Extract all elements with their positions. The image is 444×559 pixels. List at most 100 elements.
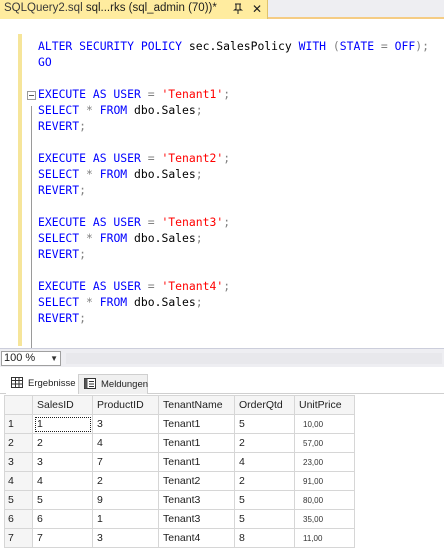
grid-cell[interactable]: 4 xyxy=(234,452,295,472)
grid-cell[interactable]: 5 xyxy=(234,490,295,510)
column-header-unitprice[interactable]: UnitPrice xyxy=(294,395,355,415)
code-line[interactable]: EXECUTE AS USER = 'Tenant4'; xyxy=(38,278,429,294)
grid-cell[interactable]: 3 xyxy=(32,452,93,472)
code-line[interactable] xyxy=(38,198,429,214)
code-line[interactable]: SELECT * FROM dbo.Sales; xyxy=(38,294,429,310)
grid-cell[interactable]: 5 xyxy=(32,490,93,510)
grid-cell[interactable]: 6 xyxy=(32,509,93,529)
grid-cell[interactable]: 4 xyxy=(92,433,159,453)
code-line[interactable]: REVERT; xyxy=(38,310,429,326)
tab-results[interactable]: Ergebnisse xyxy=(6,374,78,394)
query-tab[interactable]: SQLQuery2.sql sql...rks (sql_admin (70))… xyxy=(0,0,268,19)
table-row[interactable]: 7 7 3 Tenant4 8 11,00 xyxy=(4,528,355,548)
table-row[interactable]: 1 1 3 Tenant1 5 10,00 xyxy=(4,414,355,434)
table-row[interactable]: 6 6 1 Tenant3 5 35,00 xyxy=(4,509,355,529)
grid-cell[interactable]: 2 xyxy=(92,471,159,491)
grid-cell[interactable]: Tenant3 xyxy=(158,509,235,529)
code-line[interactable]: SELECT * FROM dbo.Sales; xyxy=(38,230,429,246)
fold-toggle-icon[interactable] xyxy=(27,91,36,100)
code-token: ; xyxy=(195,295,203,309)
column-header-productid[interactable]: ProductID xyxy=(92,395,159,415)
grid-cell[interactable]: 9 xyxy=(92,490,159,510)
grid-cell[interactable]: 4 xyxy=(32,471,93,491)
code-line[interactable]: REVERT; xyxy=(38,246,429,262)
grid-cell[interactable]: Tenant2 xyxy=(158,471,235,491)
row-header[interactable]: 3 xyxy=(4,452,33,472)
grid-cell[interactable]: Tenant1 xyxy=(158,452,235,472)
sql-code[interactable]: ALTER SECURITY POLICY sec.SalesPolicy WI… xyxy=(38,38,429,326)
code-token: ALTER SECURITY POLICY xyxy=(38,39,189,53)
editor-status-bar: 100 % ▼ xyxy=(0,348,444,367)
grid-cell[interactable]: 7 xyxy=(92,452,159,472)
tab-results-label: Ergebnisse xyxy=(28,378,76,389)
code-line[interactable] xyxy=(38,70,429,86)
pin-icon[interactable] xyxy=(232,3,244,15)
grid-cell[interactable]: 2 xyxy=(32,433,93,453)
grid-cell[interactable]: 57,00 xyxy=(294,433,355,453)
grid-cell[interactable]: 10,00 xyxy=(294,414,355,434)
grid-cell[interactable]: 3 xyxy=(92,414,159,434)
code-token: FROM xyxy=(99,231,135,245)
column-header-salesid[interactable]: SalesID xyxy=(32,395,93,415)
grid-cell[interactable]: Tenant4 xyxy=(158,528,235,548)
grid-cell[interactable]: 91,00 xyxy=(294,471,355,491)
horizontal-scrollbar[interactable] xyxy=(66,353,442,364)
code-line[interactable]: EXECUTE AS USER = 'Tenant1'; xyxy=(38,86,429,102)
code-line[interactable] xyxy=(38,134,429,150)
code-token: EXECUTE AS USER xyxy=(38,279,148,293)
table-row[interactable]: 5 5 9 Tenant3 5 80,00 xyxy=(4,490,355,510)
grid-cell[interactable]: Tenant1 xyxy=(158,433,235,453)
sql-editor[interactable]: ALTER SECURITY POLICY sec.SalesPolicy WI… xyxy=(0,21,444,348)
table-row[interactable]: 4 4 2 Tenant2 2 91,00 xyxy=(4,471,355,491)
code-token: * xyxy=(86,167,100,181)
code-line[interactable]: SELECT * FROM dbo.Sales; xyxy=(38,102,429,118)
grid-cell[interactable]: 5 xyxy=(234,509,295,529)
column-header-orderqtd[interactable]: OrderQtd xyxy=(234,395,295,415)
row-header[interactable]: 6 xyxy=(4,509,33,529)
tab-messages[interactable]: Meldungen xyxy=(78,374,148,394)
row-header[interactable]: 1 xyxy=(4,414,33,434)
close-tab-icon[interactable]: ✕ xyxy=(250,2,264,16)
code-line[interactable]: EXECUTE AS USER = 'Tenant3'; xyxy=(38,214,429,230)
row-header[interactable]: 5 xyxy=(4,490,33,510)
grid-cell[interactable]: 23,00 xyxy=(294,452,355,472)
grid-cell[interactable]: 2 xyxy=(234,471,295,491)
grid-cell[interactable]: 5 xyxy=(234,414,295,434)
code-token: ; xyxy=(223,87,231,101)
code-token: EXECUTE AS USER xyxy=(38,215,148,229)
code-line[interactable]: ALTER SECURITY POLICY sec.SalesPolicy WI… xyxy=(38,38,429,54)
column-header-tenantname[interactable]: TenantName xyxy=(158,395,235,415)
code-token: EXECUTE AS USER xyxy=(38,151,148,165)
code-line[interactable]: SELECT * FROM dbo.Sales; xyxy=(38,166,429,182)
row-header[interactable]: 4 xyxy=(4,471,33,491)
grid-cell[interactable]: 35,00 xyxy=(294,509,355,529)
grid-cell[interactable]: Tenant3 xyxy=(158,490,235,510)
row-header[interactable]: 7 xyxy=(4,528,33,548)
row-header[interactable]: 2 xyxy=(4,433,33,453)
results-grid[interactable]: SalesID ProductID TenantName OrderQtd Un… xyxy=(4,395,355,548)
code-line[interactable]: EXECUTE AS USER = 'Tenant2'; xyxy=(38,150,429,166)
code-line[interactable]: REVERT; xyxy=(38,118,429,134)
grid-cell[interactable]: Tenant1 xyxy=(158,414,235,434)
code-token: sec.SalesPolicy xyxy=(188,39,299,53)
grid-cell[interactable]: 7 xyxy=(32,528,93,548)
grid-cell[interactable]: 80,00 xyxy=(294,490,355,510)
code-token: SELECT xyxy=(38,167,87,181)
grid-cell[interactable]: 2 xyxy=(234,433,295,453)
grid-cell[interactable]: 8 xyxy=(234,528,295,548)
code-token: = xyxy=(147,215,162,229)
grid-cell[interactable]: 1 xyxy=(32,414,93,434)
code-line[interactable] xyxy=(38,262,429,278)
results-tab-bar: Ergebnisse Meldungen xyxy=(0,372,444,394)
code-line[interactable]: REVERT; xyxy=(38,182,429,198)
table-row[interactable]: 3 3 7 Tenant1 4 23,00 xyxy=(4,452,355,472)
grid-corner[interactable] xyxy=(4,395,33,415)
code-line[interactable]: GO xyxy=(38,54,429,70)
grid-cell[interactable]: 3 xyxy=(92,528,159,548)
zoom-dropdown[interactable]: 100 % ▼ xyxy=(1,351,61,366)
grid-cell[interactable]: 11,00 xyxy=(294,528,355,548)
grid-cell[interactable]: 1 xyxy=(92,509,159,529)
table-row[interactable]: 2 2 4 Tenant1 2 57,00 xyxy=(4,433,355,453)
code-token: ; xyxy=(223,215,231,229)
query-tab-title: SQLQuery2.sql sql...rks (sql_admin (70))… xyxy=(4,2,217,14)
